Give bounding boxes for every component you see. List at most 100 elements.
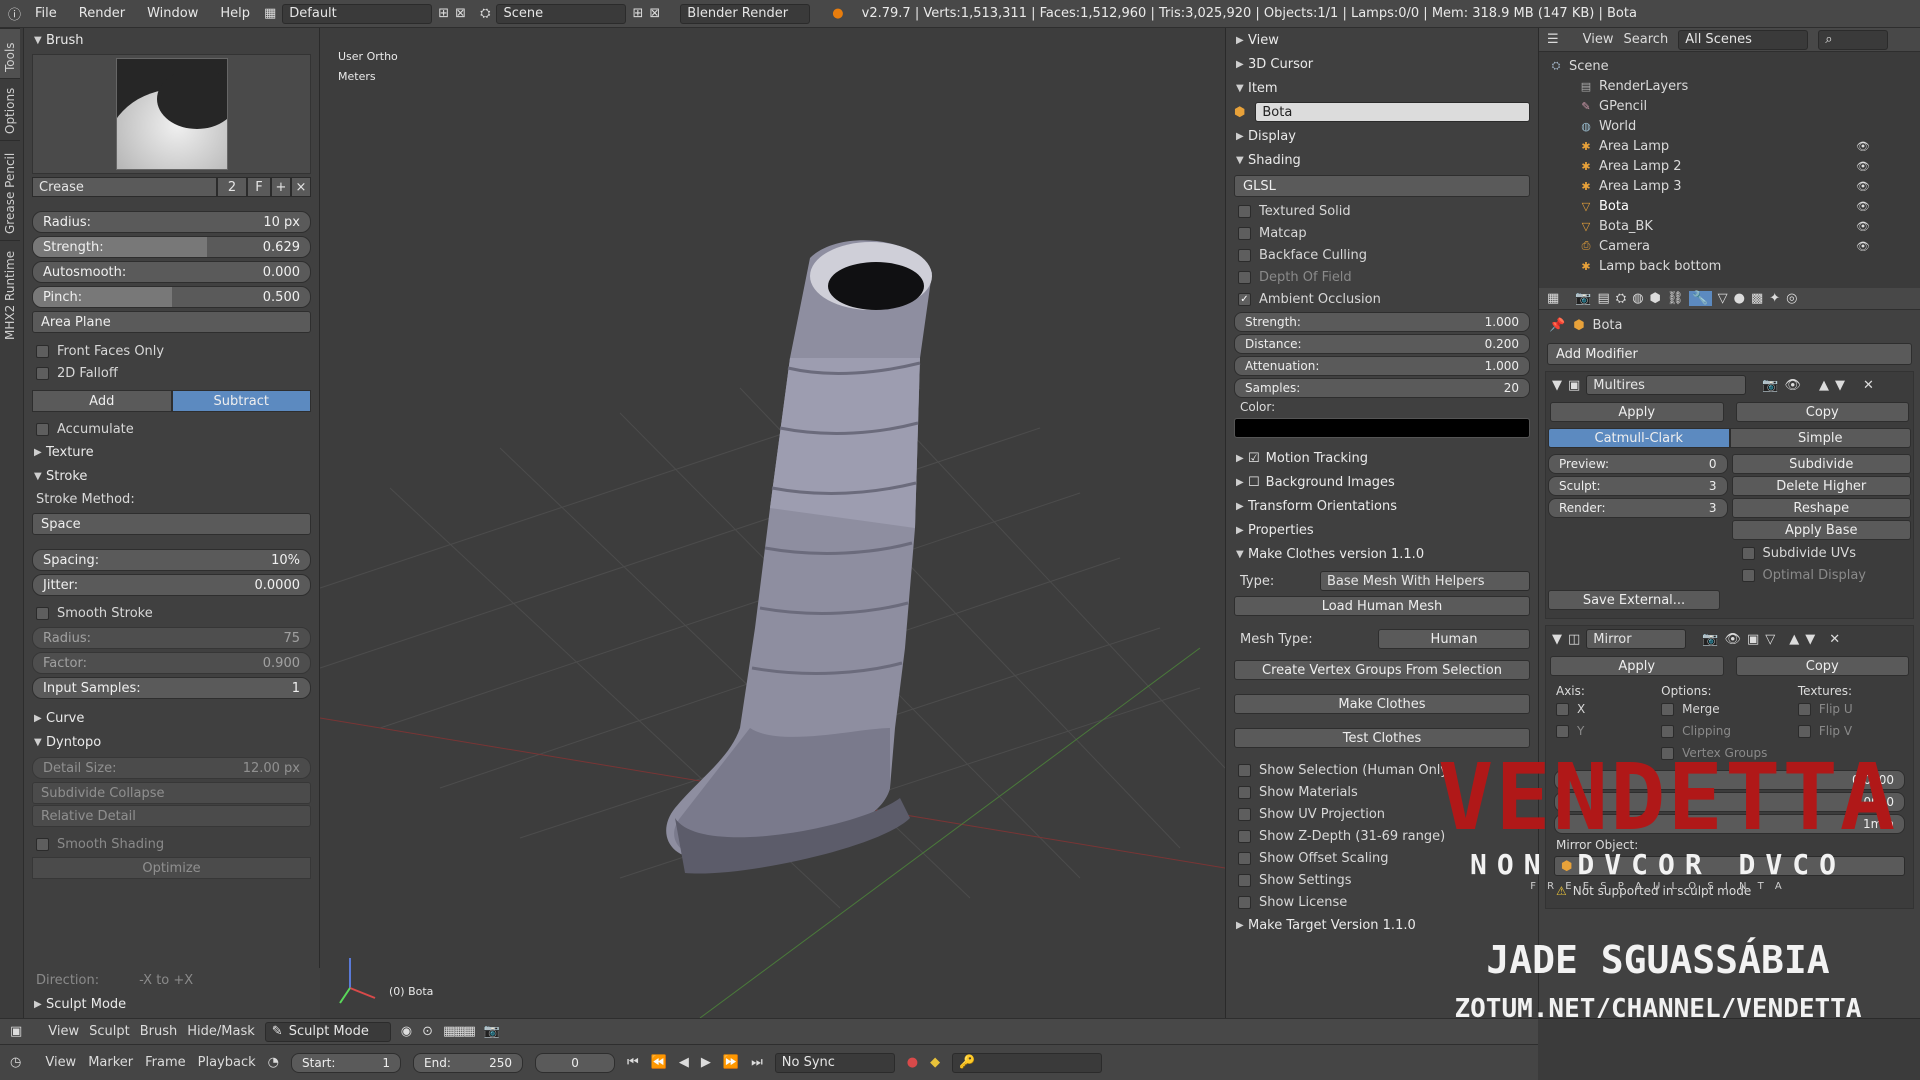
- layout-selector[interactable]: Default: [282, 3, 433, 24]
- end-frame-field[interactable]: End: 250: [413, 1052, 524, 1073]
- tab-grease-pencil[interactable]: Grease Pencil: [0, 140, 20, 240]
- ao-distance-field[interactable]: Distance: 0.200: [1234, 334, 1530, 354]
- direction-value[interactable]: -X to +X: [139, 973, 193, 988]
- item-panel-header[interactable]: ▼ Item: [1226, 76, 1538, 100]
- relative-detail-dropdown[interactable]: Relative Detail: [32, 805, 311, 827]
- start-frame-field[interactable]: Start: 1: [291, 1052, 402, 1073]
- tree-item-bota-bk[interactable]: ▽ Bota_BK 👁: [1549, 216, 1920, 236]
- view-menu[interactable]: View: [48, 1024, 79, 1039]
- show-license-checkbox[interactable]: Show License: [1226, 891, 1538, 913]
- smooth-factor-slider[interactable]: Factor: 0.900: [32, 652, 311, 674]
- viewport-shading-icon[interactable]: ◉: [401, 1024, 412, 1039]
- axis-x-checkbox[interactable]: X: [1556, 698, 1661, 720]
- clipping-checkbox[interactable]: Clipping: [1661, 720, 1798, 742]
- move-up-icon[interactable]: ▲: [1819, 378, 1829, 393]
- brush-menu[interactable]: Brush: [140, 1024, 178, 1039]
- flip-u-checkbox[interactable]: Flip U: [1797, 698, 1903, 720]
- scene-tab-icon[interactable]: ⛭: [1616, 291, 1626, 306]
- apply-base-button[interactable]: Apply Base: [1731, 520, 1911, 540]
- tree-item-world[interactable]: ◍ World: [1549, 116, 1920, 136]
- preview-range-icon[interactable]: ◔: [268, 1055, 279, 1070]
- subdivide-uvs-checkbox[interactable]: Subdivide UVs: [1730, 542, 1914, 564]
- add-direction-button[interactable]: Add: [32, 390, 172, 412]
- move-down-icon[interactable]: ▼: [1835, 378, 1845, 393]
- strength-slider[interactable]: Strength: 0.629: [32, 236, 311, 258]
- cage-toggle-icon[interactable]: ▽: [1765, 632, 1775, 647]
- subdivide-collapse-dropdown[interactable]: Subdivide Collapse: [32, 782, 311, 804]
- save-external-button[interactable]: Save External...: [1548, 590, 1720, 610]
- fake-user-button[interactable]: F: [247, 177, 271, 197]
- viewport-toggle-icon[interactable]: 👁: [1784, 378, 1801, 393]
- ambient-occlusion-checkbox[interactable]: ✓ Ambient Occlusion: [1226, 288, 1538, 310]
- make-target-header[interactable]: ▶ Make Target Version 1.1.0: [1226, 913, 1538, 937]
- jump-end-icon[interactable]: ⏭: [751, 1055, 763, 1070]
- hide-mask-menu[interactable]: Hide/Mask: [187, 1024, 255, 1039]
- backface-culling-checkbox[interactable]: Backface Culling: [1226, 244, 1538, 266]
- tree-item-area-lamp[interactable]: ✱ Area Lamp 👁: [1549, 136, 1920, 156]
- visibility-eye-icon[interactable]: 👁: [1856, 200, 1870, 213]
- menu-render[interactable]: Render: [71, 6, 133, 21]
- visibility-eye-icon[interactable]: 👁: [1856, 220, 1870, 233]
- object-name-field[interactable]: Bota: [1255, 102, 1530, 122]
- visibility-eye-icon[interactable]: 👁: [1856, 180, 1870, 193]
- constraints-tab-icon[interactable]: ⛓: [1667, 291, 1684, 306]
- delete-higher-button[interactable]: Delete Higher: [1731, 476, 1911, 496]
- add-layout-icon[interactable]: ⊞: [438, 6, 449, 21]
- mesh-type-button[interactable]: Human: [1378, 629, 1530, 649]
- render-preview-icon[interactable]: 📷: [484, 1024, 500, 1039]
- curve-panel-header[interactable]: ▶ Curve: [24, 706, 319, 730]
- add-scene-icon[interactable]: ⊞: [632, 6, 643, 21]
- radius-slider[interactable]: Radius: 10 px: [32, 211, 311, 233]
- render-toggle-icon[interactable]: 📷: [1702, 632, 1718, 647]
- visibility-eye-icon[interactable]: 👁: [1856, 240, 1870, 253]
- info-editor-icon[interactable]: ⓘ: [8, 4, 21, 23]
- data-tab-icon[interactable]: ▽: [1718, 291, 1728, 306]
- outliner-view-menu[interactable]: View: [1583, 32, 1614, 47]
- layout-icon[interactable]: ▦: [264, 6, 276, 21]
- scene-icon[interactable]: ⛭: [480, 6, 490, 21]
- keying-set-field[interactable]: 🔑: [952, 1052, 1103, 1073]
- current-frame-field[interactable]: 0: [535, 1052, 616, 1073]
- tree-item-gpencil[interactable]: ✎ GPencil: [1549, 96, 1920, 116]
- stroke-panel-header[interactable]: ▼ Stroke: [24, 464, 319, 488]
- add-modifier-dropdown[interactable]: Add Modifier: [1547, 343, 1912, 365]
- render-toggle-icon[interactable]: 📷: [1762, 378, 1778, 393]
- subtract-direction-button[interactable]: Subtract: [171, 390, 311, 412]
- multires-copy-button[interactable]: Copy: [1735, 402, 1909, 422]
- properties-editor-icon[interactable]: ▦: [1547, 291, 1559, 306]
- optimize-button[interactable]: Optimize: [32, 857, 311, 879]
- smooth-shading-checkbox[interactable]: Smooth Shading: [24, 833, 319, 855]
- timeline-editor-icon[interactable]: ◷: [10, 1055, 21, 1070]
- tab-options[interactable]: Options: [0, 78, 20, 140]
- motion-tracking-header[interactable]: ▶ ☑ Motion Tracking: [1226, 446, 1538, 470]
- collapse-icon[interactable]: ▼: [1552, 632, 1562, 647]
- keyframe-icon[interactable]: ◆: [930, 1055, 940, 1070]
- sculpt-menu[interactable]: Sculpt: [89, 1024, 130, 1039]
- sculpt-plane-dropdown[interactable]: Area Plane: [32, 311, 311, 333]
- jump-start-icon[interactable]: ⏮: [627, 1055, 639, 1070]
- object-tab-icon[interactable]: ⬢: [1650, 291, 1661, 306]
- multires-name-field[interactable]: Multires: [1586, 375, 1747, 395]
- layers-icon[interactable]: ▦▦▦: [443, 1024, 476, 1039]
- particles-tab-icon[interactable]: ✦: [1769, 291, 1780, 306]
- properties-header[interactable]: ▶ Properties: [1226, 518, 1538, 542]
- move-down-icon[interactable]: ▼: [1805, 632, 1815, 647]
- remove-modifier-icon[interactable]: ✕: [1863, 378, 1874, 393]
- matcap-checkbox[interactable]: Matcap: [1226, 222, 1538, 244]
- material-tab-icon[interactable]: ●: [1734, 291, 1745, 306]
- smooth-stroke-checkbox[interactable]: Smooth Stroke: [24, 602, 319, 624]
- mode-selector[interactable]: ✎ Sculpt Mode: [264, 1021, 391, 1042]
- timeline-view-menu[interactable]: View: [45, 1055, 76, 1070]
- optimal-display-checkbox[interactable]: Optimal Display: [1730, 564, 1914, 586]
- render-tab-icon[interactable]: 📷: [1575, 291, 1591, 306]
- falloff-checkbox[interactable]: 2D Falloff: [24, 362, 319, 384]
- texture-tab-icon[interactable]: ▩: [1751, 291, 1763, 306]
- scene-selector[interactable]: Scene: [496, 3, 627, 24]
- sculpt-levels-field[interactable]: Sculpt: 3: [1548, 476, 1728, 496]
- remove-brush-icon[interactable]: ×: [291, 177, 311, 197]
- next-keyframe-icon[interactable]: ⏩: [723, 1055, 739, 1070]
- visibility-eye-icon[interactable]: 👁: [1856, 160, 1870, 173]
- background-images-check-icon[interactable]: ☐: [1248, 475, 1260, 490]
- dyntopo-panel-header[interactable]: ▼ Dyntopo: [24, 730, 319, 754]
- background-images-header[interactable]: ▶ ☐ Background Images: [1226, 470, 1538, 494]
